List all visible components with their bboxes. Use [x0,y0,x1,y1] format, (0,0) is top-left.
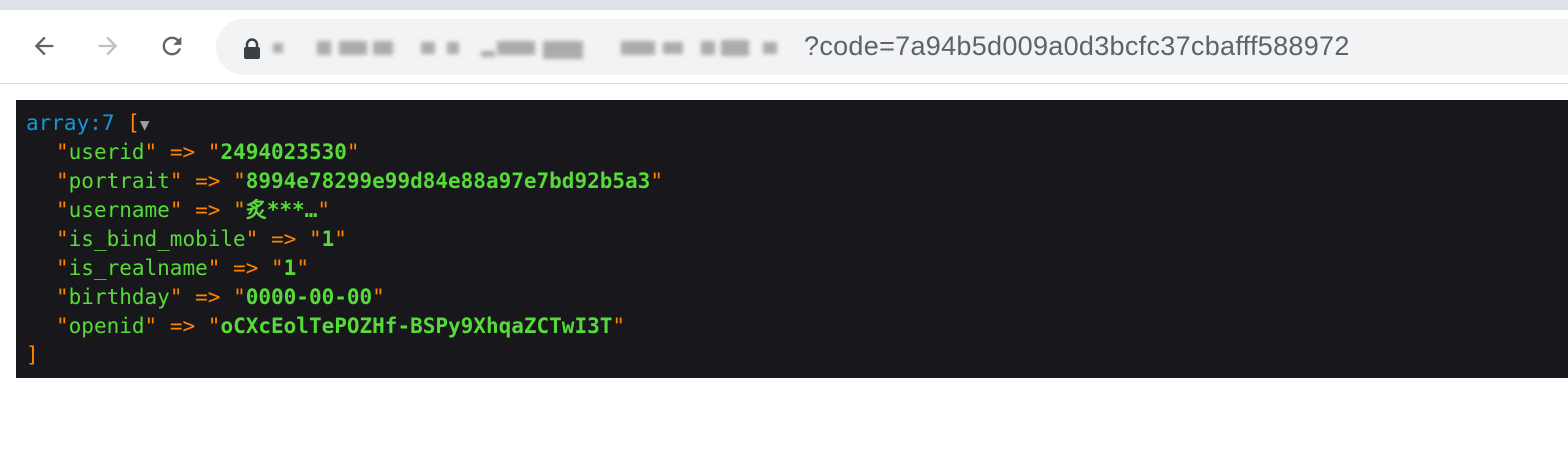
var-dump-output: array:7 [▼ "userid" => "2494023530" "portr… [16,100,1568,378]
entry-arrow: => [169,314,196,338]
entry-arrow: => [195,198,221,222]
close-bracket: ] [26,343,39,367]
entry-value: 8994e78299e99d84e88a97e7bd92b5a3 [245,169,651,193]
entry-value: oCXcEolTePOZHf-BSPy9XhqaZCTwI3T [220,314,613,338]
entry-arrow: => [233,256,259,280]
dump-entry: "birthday" => "0000-00-00" [56,285,385,309]
dump-entry: "is_realname" => "1" [56,256,309,280]
array-type-label: array:7 [26,111,115,135]
entry-arrow: => [169,140,196,164]
url-redacted-region [271,37,811,59]
entry-value: 炙***… [245,198,318,222]
entry-key: portrait [68,169,170,193]
entry-value: 0000-00-00 [245,285,373,309]
forward-arrow-icon [94,32,122,60]
dump-entry: "userid" => "2494023530" [56,140,360,164]
lock-icon[interactable] [242,38,262,60]
url-text[interactable]: ?code=7a94b5d009a0d3bcfc37cbafff588972 [804,31,1350,62]
entry-key: is_realname [68,256,208,280]
forward-button[interactable] [88,26,128,66]
browser-toolbar: ?code=7a94b5d009a0d3bcfc37cbafff588972 [0,10,1568,84]
entry-key: birthday [68,285,170,309]
entry-key: userid [68,140,145,164]
address-bar[interactable]: ?code=7a94b5d009a0d3bcfc37cbafff588972 [216,19,1568,75]
entry-key: openid [68,314,145,338]
open-bracket: [ [127,111,140,135]
tab-strip [0,0,1568,10]
back-button[interactable] [24,26,64,66]
dump-header: array:7 [▼ [26,109,1568,138]
reload-icon [158,32,186,60]
dump-footer: ] [26,341,1568,370]
collapse-toggle-icon[interactable]: ▼ [140,115,150,134]
entry-value: 2494023530 [220,140,347,164]
reload-button[interactable] [152,26,192,66]
entry-arrow: => [195,169,221,193]
entry-value: 1 [321,227,335,251]
back-arrow-icon [30,32,58,60]
dump-entry: "is_bind_mobile" => "1" [56,227,347,251]
dump-entry: "openid" => "oCXcEolTePOZHf-BSPy9XhqaZCT… [56,314,626,338]
entry-arrow: => [270,227,297,251]
entry-value: 1 [283,256,297,280]
dump-entry: "username" => "炙***…" [56,198,330,222]
entry-arrow: => [195,285,221,309]
entry-key: username [68,198,170,222]
dump-entry: "portrait" => "8994e78299e99d84e88a97e7b… [56,169,663,193]
entry-key: is_bind_mobile [68,227,246,251]
